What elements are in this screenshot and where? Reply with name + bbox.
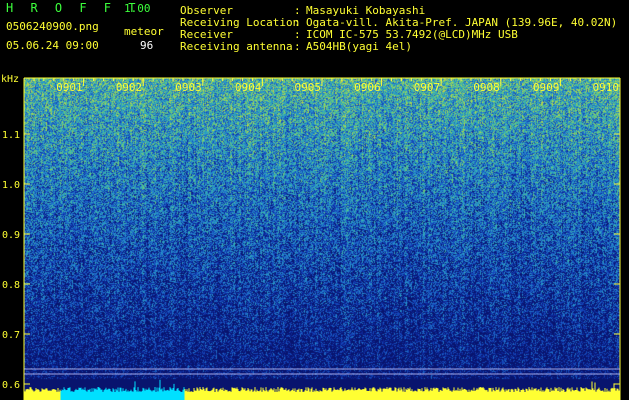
x-tick-label: 0903 — [175, 81, 202, 94]
y-unit-label: kHz — [1, 74, 19, 85]
spectrogram-axes: 0901 0902 0903 0904 0905 0906 0907 0908 0909 0910… — [1, 74, 621, 400]
y-tick-label: 0.8 — [2, 280, 20, 291]
x-tick-label: 0907 — [414, 81, 441, 94]
x-tick-label: 0901 — [56, 81, 83, 94]
x-tick-label: 0910 — [593, 81, 620, 94]
x-tick-label: 0905 — [295, 81, 322, 94]
y-tick-label: 0.7 — [2, 330, 20, 341]
y-tick-label: 1.1 — [2, 130, 20, 141]
y-tick-label: 0.6 — [2, 380, 20, 391]
x-tick-label: 0906 — [354, 81, 381, 94]
x-tick-label: 0904 — [235, 81, 262, 94]
y-tick-label: 1.0 — [2, 180, 20, 191]
y-tick-label: 0.9 — [2, 230, 20, 241]
x-tick-label: 0908 — [473, 81, 500, 94]
x-tick-label: 0909 — [533, 81, 560, 94]
x-tick-label: 0902 — [116, 81, 143, 94]
